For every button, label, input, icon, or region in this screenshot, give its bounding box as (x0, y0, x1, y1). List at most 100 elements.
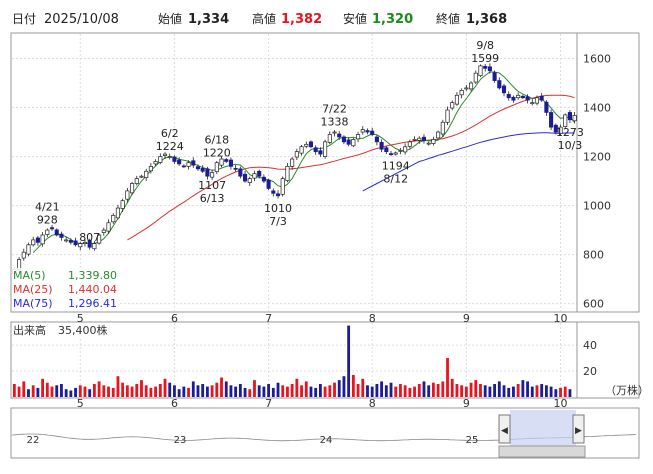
volume-bar (83, 386, 87, 397)
candle-body (370, 130, 375, 135)
annotation-label: 6/13 (200, 192, 225, 205)
candle-body (567, 112, 572, 121)
volume-bar (116, 376, 120, 397)
volume-bar (389, 382, 393, 397)
volume-bar (314, 387, 318, 397)
volume-bar (78, 385, 82, 397)
candle-body (351, 139, 356, 147)
annotation-label: 10/3 (558, 139, 583, 152)
volume-month-label: 9 (463, 397, 470, 410)
candle-body (332, 131, 337, 134)
candle-body (233, 167, 238, 170)
candle-body (398, 150, 403, 152)
volume-bar (220, 377, 223, 397)
ma75-value: 1,296.41 (68, 297, 117, 310)
navigator-scrollbar[interactable] (498, 445, 586, 458)
volume-label: 出来高 (13, 323, 46, 337)
candle-body (271, 190, 276, 194)
navigator-label-25: 25 (466, 435, 479, 446)
volume-tick-label: 40 (583, 339, 597, 352)
ma5-label: MA(5) (13, 269, 46, 282)
volume-bar (413, 386, 416, 397)
candle-body (469, 82, 474, 90)
close-label: 終値 (436, 11, 460, 26)
candle-body (252, 173, 257, 179)
volume-bar (262, 386, 266, 397)
volume-bar (17, 386, 21, 397)
volume-bar (549, 386, 553, 397)
volume-bar (168, 382, 172, 397)
price-tick-label: 1000 (583, 200, 611, 213)
candle-body (181, 165, 186, 168)
volume-bar (399, 384, 402, 397)
annotation-label: 6/18 (204, 133, 229, 146)
volume-bar (328, 385, 332, 397)
volume-bar (50, 386, 54, 397)
volume-bar (290, 384, 294, 397)
candle-body (483, 66, 488, 69)
candle-body (360, 129, 365, 133)
annotation-label: 1273 (556, 126, 584, 139)
volume-bar (493, 384, 497, 397)
volume-bar (422, 381, 426, 397)
candle-body (473, 72, 478, 83)
annotation-label: 4/21 (35, 201, 60, 214)
candle-body (374, 136, 379, 143)
volume-bar (427, 385, 431, 397)
candle-body (200, 167, 205, 172)
annotation-label: 8/12 (383, 172, 408, 185)
volume-bar (158, 384, 162, 397)
volume-bar (540, 384, 544, 397)
volume-bar (41, 378, 45, 397)
candle-body (450, 102, 455, 109)
candle-body (379, 141, 384, 150)
volume-bar (102, 385, 106, 397)
volume-bar (469, 382, 473, 397)
candle-body (285, 166, 290, 181)
volume-month-label: 7 (265, 397, 272, 410)
candle-body (327, 134, 332, 143)
candle-body (525, 96, 530, 101)
volume-bar (323, 386, 327, 397)
volume-bar (130, 386, 134, 397)
volume-bar (526, 381, 529, 397)
volume-bar (436, 384, 440, 397)
candle-body (534, 97, 540, 104)
volume-bar (408, 387, 412, 397)
navigator-selection[interactable] (510, 410, 576, 446)
candle-body (172, 156, 177, 162)
volume-bar (201, 384, 205, 397)
volume-bar (417, 384, 421, 397)
volume-legend: 出来高 35,400株 (12, 323, 110, 337)
volume-bar (351, 374, 355, 397)
volume-bar (64, 389, 68, 397)
candle-body (304, 143, 309, 147)
candle-body (120, 200, 125, 209)
annotation-label: 7/22 (322, 103, 347, 116)
candle-body (26, 244, 31, 255)
candle-body (195, 166, 201, 170)
volume-month-label: 10 (554, 397, 568, 410)
volume-bar (92, 384, 96, 397)
candle-body (130, 183, 135, 194)
candle-body (563, 114, 568, 128)
candle-body (101, 229, 106, 233)
volume-bar (205, 386, 209, 397)
price-tick-label: 1400 (583, 102, 611, 115)
annotation-label: 807 (79, 231, 100, 244)
annotation-label: 1107 (198, 179, 226, 192)
volume-bar (559, 387, 562, 397)
volume-bar (60, 384, 63, 397)
candle-body (501, 85, 507, 94)
volume-bar (356, 384, 360, 397)
volume-bar (163, 378, 167, 397)
annotation-label: 1599 (471, 52, 499, 65)
volume-bar (173, 385, 176, 397)
candle-body (31, 239, 36, 246)
volume-bar (286, 386, 289, 397)
volume-bar (521, 380, 525, 397)
volume-bar (187, 387, 190, 397)
candle-body (45, 229, 50, 235)
volume-bar (295, 378, 299, 397)
volume-bar (97, 381, 101, 397)
